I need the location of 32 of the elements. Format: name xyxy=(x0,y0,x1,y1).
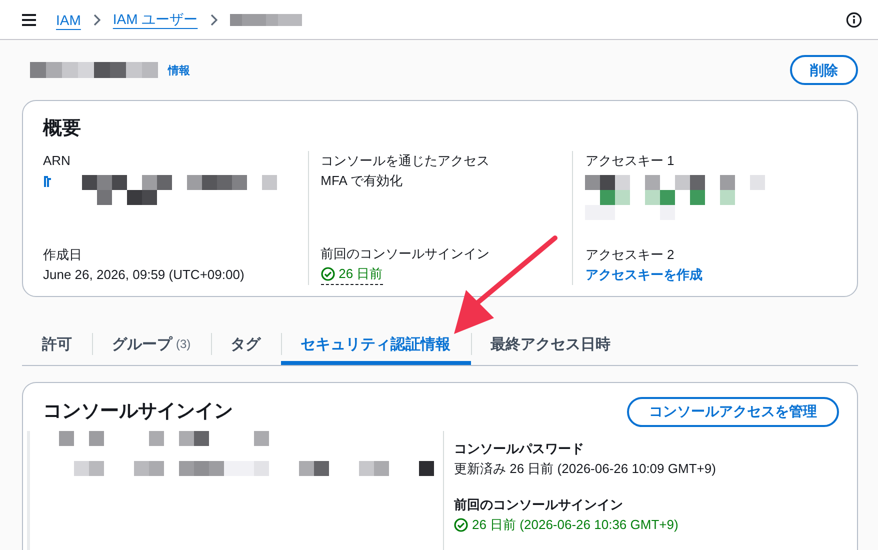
create-access-key-link[interactable]: アクセスキーを作成 xyxy=(585,267,702,282)
status-text: 26 日前 xyxy=(338,265,383,283)
chevron-icon xyxy=(210,14,218,26)
field-label: 前回のコンソールサインイン xyxy=(320,245,491,263)
breadcrumb-link[interactable]: IAM ユーザー xyxy=(112,10,198,28)
check-circle-icon xyxy=(320,267,335,281)
field-label: 前回のコンソールサインイン xyxy=(454,496,624,514)
menu-icon[interactable] xyxy=(22,14,36,26)
breadcrumb-link[interactable]: IAM xyxy=(56,12,81,28)
card-title: 概要 xyxy=(43,117,82,141)
field-label: アクセスキー 2 xyxy=(585,246,676,264)
chevron-icon xyxy=(92,14,101,26)
card-title: コンソールサインイン xyxy=(43,400,233,424)
tab[interactable]: セキュリティ認証情報 xyxy=(280,323,471,365)
field-value: MFA で有効化 xyxy=(320,172,404,190)
field-label: ARN xyxy=(43,152,72,170)
tab[interactable]: 最終アクセス日時 xyxy=(470,323,631,365)
field-value: 更新済み 26 日前 (2026-06-26 10:09 GMT+9) xyxy=(454,460,717,478)
status-text: 26 日前 (2026-06-26 10:36 GMT+9) xyxy=(472,516,678,534)
field-label: 作成日 xyxy=(43,246,83,264)
field-label: コンソールパスワード xyxy=(454,440,585,458)
check-circle-icon xyxy=(454,518,468,532)
tab[interactable]: 許可 xyxy=(22,323,92,365)
field-label: アクセスキー 1 xyxy=(585,152,676,170)
tab[interactable]: タグ xyxy=(210,323,281,365)
info-icon[interactable] xyxy=(846,12,862,28)
field-value: June 26, 2026, 09:59 (UTC+09:00) xyxy=(43,266,246,284)
field-label: コンソールを通じたアクセス xyxy=(320,152,491,170)
tab[interactable]: グループ (3) xyxy=(92,323,211,365)
delete-button[interactable]: 削除 xyxy=(790,55,858,85)
manage-console-access-button[interactable]: コンソールアクセスを管理 xyxy=(627,397,839,427)
info-link[interactable]: 情報 xyxy=(168,63,190,78)
